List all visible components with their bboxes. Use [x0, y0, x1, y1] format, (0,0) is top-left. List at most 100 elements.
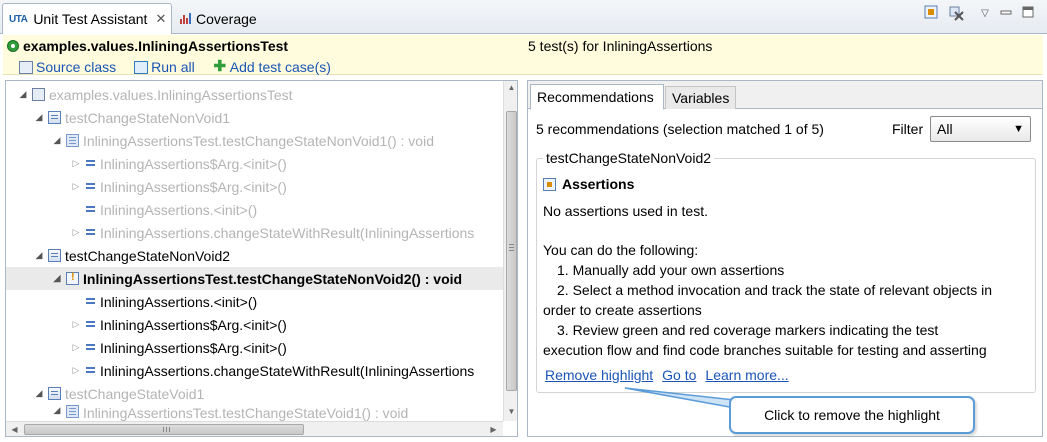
- minimize-icon[interactable]: [997, 5, 1015, 23]
- view-tab-bar: UTA Unit Test Assistant ✕ Coverage ▽: [0, 0, 1047, 34]
- statement-icon: [85, 319, 96, 330]
- expanded-arrow-icon[interactable]: ◢: [32, 112, 46, 123]
- tab-label: Unit Test Assistant: [33, 11, 148, 27]
- step-3-continued-text: execution flow and find code branches su…: [543, 342, 987, 358]
- scroll-up-icon[interactable]: ▲: [504, 83, 517, 92]
- statement-icon: [85, 296, 96, 307]
- no-assertions-text: No assertions used in test.: [543, 203, 708, 219]
- test-tree[interactable]: ◢ examples.values.InliningAssertionsTest…: [5, 80, 518, 437]
- test-method-icon: [48, 249, 61, 262]
- run-all-icon: [134, 60, 149, 74]
- tree-row-label: examples.values.InliningAssertionsTest: [49, 86, 293, 103]
- intro-text: You can do the following:: [543, 242, 699, 258]
- horizontal-scroll-thumb[interactable]: [24, 424, 304, 435]
- scroll-down-icon[interactable]: ▼: [504, 407, 517, 416]
- expanded-arrow-icon[interactable]: ◢: [50, 135, 64, 146]
- tree-row-label: InliningAssertions$Arg.<init>(): [100, 316, 287, 333]
- tree-row-call[interactable]: ▷ InliningAssertions.changeStateWithResu…: [6, 359, 503, 382]
- tree-row-call[interactable]: InliningAssertions.<init>(): [6, 198, 503, 221]
- tab-unit-test-assistant[interactable]: UTA Unit Test Assistant ✕: [2, 3, 172, 34]
- tree-row-label: InliningAssertions$Arg.<init>(): [100, 155, 287, 172]
- collapsed-arrow-icon[interactable]: ▷: [69, 158, 83, 169]
- tree-row-call[interactable]: ▷ InliningAssertions$Arg.<init>(): [6, 152, 503, 175]
- tree-row-test-invocation[interactable]: ◢ InliningAssertionsTest.testChangeState…: [6, 129, 503, 152]
- tree-row-label: InliningAssertionsTest.testChangeStateNo…: [83, 132, 434, 149]
- tree-row-test-invocation[interactable]: ◢ InliningAssertionsTest.testChangeState…: [6, 405, 503, 421]
- expanded-arrow-icon[interactable]: ◢: [32, 388, 46, 399]
- collapse-all-icon[interactable]: [922, 5, 940, 23]
- vertical-scroll-thumb[interactable]: [506, 111, 517, 391]
- assertions-icon: [543, 177, 556, 191]
- tree-row-label: InliningAssertions$Arg.<init>(): [100, 339, 287, 356]
- group-title: testChangeStateNonVoid2: [543, 150, 715, 166]
- test-status-icon: [7, 40, 19, 52]
- scroll-right-icon[interactable]: ▶: [486, 425, 501, 434]
- view-menu-icon[interactable]: ▽: [976, 5, 994, 23]
- statement-icon: [85, 158, 96, 169]
- collapsed-arrow-icon[interactable]: ▷: [69, 181, 83, 192]
- expanded-arrow-icon[interactable]: ◢: [50, 405, 64, 416]
- test-method-icon: [48, 387, 61, 400]
- details-panel: Recommendations Variables 5 recommendati…: [527, 80, 1043, 437]
- tree-row-test-method[interactable]: ◢ testChangeStateNonVoid2: [6, 244, 503, 267]
- tree-row-label: InliningAssertionsTest.testChangeStateVo…: [83, 405, 409, 421]
- horizontal-scrollbar[interactable]: ◀ ▶: [6, 421, 503, 436]
- collapsed-arrow-icon[interactable]: ▷: [69, 227, 83, 238]
- tree-row-call[interactable]: ▷ InliningAssertions$Arg.<init>(): [6, 313, 503, 336]
- warning-method-icon: [66, 271, 79, 285]
- method-icon: [66, 405, 79, 418]
- step-2-text: 2. Select a method invocation and track …: [557, 282, 993, 298]
- callout-text: Click to remove the highlight: [764, 407, 940, 423]
- expanded-arrow-icon[interactable]: ◢: [50, 273, 64, 284]
- tab-coverage[interactable]: Coverage: [174, 3, 294, 34]
- close-icon[interactable]: ✕: [155, 11, 166, 27]
- tree-row-label: testChangeStateNonVoid1: [65, 109, 231, 126]
- collapsed-arrow-icon[interactable]: ▷: [69, 319, 83, 330]
- statement-icon: [85, 204, 96, 215]
- run-all-label: Run all: [151, 59, 195, 75]
- tree-row-test-method[interactable]: ◢ testChangeStateNonVoid1: [6, 106, 503, 129]
- filter-dropdown[interactable]: All ▼: [930, 116, 1031, 142]
- add-test-case-link[interactable]: ✚ Add test case(s): [213, 59, 330, 76]
- step-1-text: 1. Manually add your own assertions: [557, 262, 785, 278]
- step-2-continued-text: order to create assertions: [543, 302, 702, 318]
- scroll-left-icon[interactable]: ◀: [7, 425, 22, 434]
- tab-recommendations[interactable]: Recommendations: [530, 84, 664, 110]
- expanded-arrow-icon[interactable]: ◢: [32, 250, 46, 261]
- tree-row-label: InliningAssertions.<init>(): [100, 293, 258, 310]
- statement-icon: [85, 365, 96, 376]
- test-class-title: examples.values.InliningAssertionsTest: [23, 38, 289, 54]
- tree-row-label: InliningAssertionsTest.testChangeStateNo…: [83, 270, 463, 287]
- go-to-link[interactable]: Go to: [662, 367, 696, 383]
- remove-highlight-link[interactable]: Remove highlight: [545, 367, 653, 383]
- source-class-link[interactable]: Source class: [19, 59, 116, 75]
- remove-highlight-icon[interactable]: [947, 5, 965, 23]
- tree-row-label: testChangeStateVoid1: [65, 385, 205, 402]
- run-all-link[interactable]: Run all: [134, 59, 195, 75]
- tree-row-call[interactable]: InliningAssertions.<init>(): [6, 290, 503, 313]
- tree-row-call[interactable]: ▷ InliningAssertions$Arg.<init>(): [6, 175, 503, 198]
- assertions-title: Assertions: [562, 176, 635, 192]
- expanded-arrow-icon[interactable]: ◢: [16, 89, 30, 100]
- tree-row-label: testChangeStateNonVoid2: [65, 247, 231, 264]
- tree-row-call[interactable]: ▷ InliningAssertions$Arg.<init>(): [6, 336, 503, 359]
- tab-variables[interactable]: Variables: [665, 86, 736, 109]
- collapsed-arrow-icon[interactable]: ▷: [69, 365, 83, 376]
- header-actions: Source class Run all ✚ Add test case(s): [19, 59, 331, 75]
- vertical-scrollbar[interactable]: ▲ ▼: [503, 81, 517, 421]
- collapsed-arrow-icon[interactable]: ▷: [69, 342, 83, 353]
- assertions-heading: Assertions: [543, 176, 634, 192]
- tree-row-selected-invocation[interactable]: ◢ InliningAssertionsTest.testChangeState…: [6, 267, 503, 290]
- chevron-down-icon: ▼: [1013, 123, 1024, 135]
- maximize-icon[interactable]: [1019, 5, 1037, 23]
- tree-row-call[interactable]: ▷ InliningAssertions.changeStateWithResu…: [6, 221, 503, 244]
- test-method-icon: [48, 111, 61, 124]
- test-class-title-row: examples.values.InliningAssertionsTest: [7, 38, 288, 54]
- learn-more-link[interactable]: Learn more...: [705, 367, 788, 383]
- tree-row-test-class[interactable]: ◢ examples.values.InliningAssertionsTest: [6, 83, 503, 106]
- tree-row-label: InliningAssertions.<init>(): [100, 201, 258, 218]
- tree-row-test-method[interactable]: ◢ testChangeStateVoid1: [6, 382, 503, 405]
- tree-row-label: InliningAssertions.changeStateWithResult…: [100, 224, 475, 241]
- tab-label: Coverage: [196, 10, 257, 27]
- source-class-icon: [19, 60, 33, 74]
